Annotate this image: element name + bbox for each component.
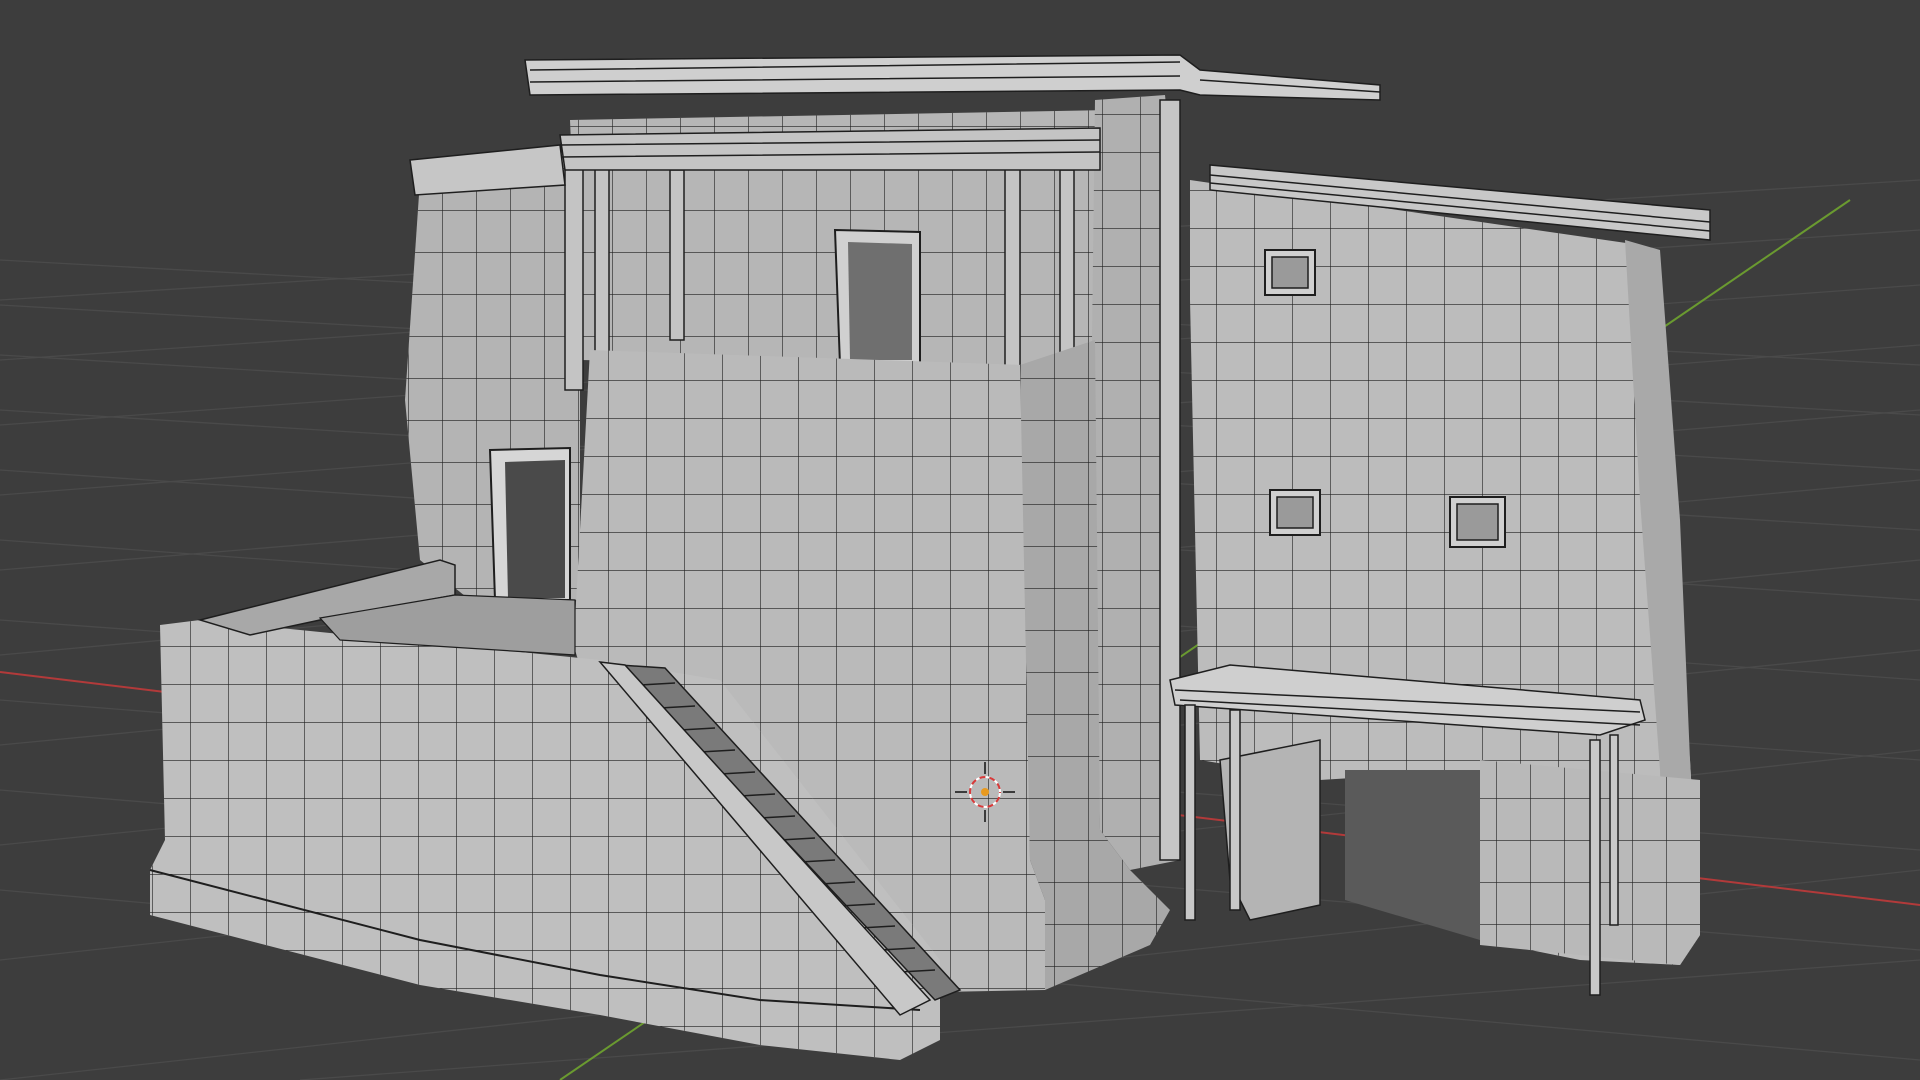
3d-viewport[interactable] — [0, 0, 1920, 1080]
building-model[interactable] — [149, 54, 1711, 1060]
left-back-wall — [405, 150, 580, 601]
right-base — [1219, 739, 1700, 965]
scene-canvas[interactable] — [0, 0, 1920, 1080]
central-column — [1090, 95, 1181, 870]
